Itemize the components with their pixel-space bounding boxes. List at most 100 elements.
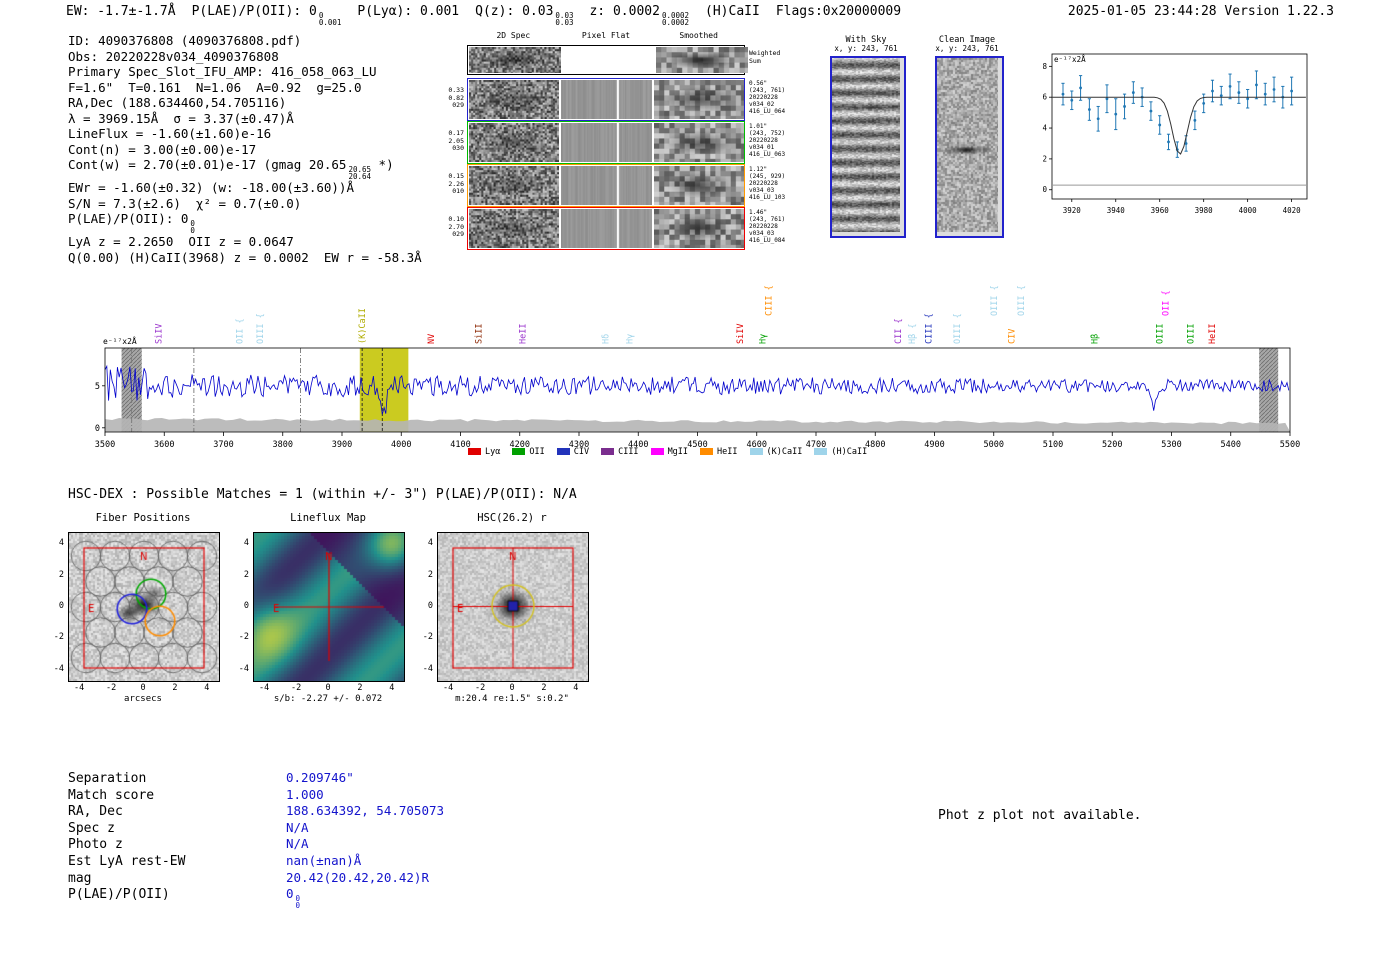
legend-item-2: CIV [556,447,590,457]
weighted-label-line: Weighted [749,49,781,57]
panel-0-xtick: -2 [105,683,117,693]
info-line-text: ID: 4090376808 (4090376808.pdf) [68,33,302,48]
legend-swatch [601,448,615,455]
left-value: 029 [452,230,464,238]
annotation-line: (243, 752) [749,130,786,137]
cutout-column-titles: 2D Spec Pixel Flat Smoothed [467,31,745,40]
annotation-line: 1.12" [749,166,768,173]
header-segment-text: Flags:0x20000009 [775,4,902,19]
match-details-table: Separation 0.209746" Match score 1.000 RA, D… [68,770,444,909]
info-line-4: RA,Dec (188.634460,54.705116) [68,95,422,111]
svg-text:4: 4 [1042,124,1047,133]
panel-0-ytick: -2 [53,632,64,643]
value-stack: 00 [295,895,301,911]
info-line-text: EWr = -1.60(±0.32) (w: -18.00(±3.60))Å [68,180,354,195]
panel-2-ytick: 4 [427,538,433,549]
svg-text:3960: 3960 [1151,206,1170,215]
panel-0-xtick: 2 [172,683,178,693]
svg-text:Hδ: Hδ [602,334,612,344]
svg-text:CII {: CII { [894,318,904,344]
svg-text:OIII: OIII [1156,324,1166,344]
cutout-row-left-values: 0.10 2.70 029 [440,215,464,239]
panel-0-ytick: 2 [58,569,64,580]
panel-2-xtick: 2 [541,683,547,693]
legend-label: (H)CaII [831,447,868,457]
legend-swatch [650,448,664,455]
spectrum-legend: Lyα OII CIV CIII MgII HeII (K)CaII (H)CaII [468,447,867,457]
info-line-text: Obs: 20220228v034_4090376808 [68,48,279,64]
info-line-suffix: *) [371,157,394,172]
cutout-row-left-values: 0.17 2.05 030 [440,129,464,153]
match-row-2: RA, Dec 188.634392, 54.705073 [68,803,444,820]
smoothed-strip-canvas [653,123,744,162]
svg-text:3600: 3600 [154,440,174,450]
sub-value: 0.001 [318,18,342,27]
svg-text:CIII {: CIII { [925,313,935,344]
header-segment-0: EW: -1.7±-1.7Å [66,4,176,26]
header-segment-6: Flags:0x20000009 [776,4,901,26]
legend-label: Lyα [485,447,501,457]
annotation-line: 20220228 [749,137,778,144]
annotation-line: 416_LU_063 [749,151,786,158]
hsc-image-canvas [437,532,589,682]
panel-2-xtick: -2 [474,683,486,693]
left-value: 010 [452,187,464,195]
panel-1-xtick: -4 [259,683,270,693]
svg-text:HeII: HeII [1208,324,1218,344]
cutout-row [467,78,745,121]
cutout-row [467,121,745,164]
annotation-line: 416_LU_064 [749,108,786,115]
annotation-line: 1.46" [749,209,768,216]
sub-value: 0.0002 [661,18,690,27]
legend-swatch [512,448,526,455]
sub-value: 0 [295,901,301,911]
match-value: N/A [286,819,309,835]
pixelflat-strip-canvas [561,209,652,248]
col-title-pixelflat: Pixel Flat [581,31,631,40]
header-segment-text: P(Lyα): 0.001 [357,4,460,19]
weighted-label-line: Sum [749,57,761,65]
svg-text:OIII {: OIII { [990,285,1000,316]
legend-item-0: Lyα [468,447,500,457]
cutout-row-annotations: 0.56" (243, 761) 20220228 v034_02 416_LU_064 [749,80,813,115]
annotation-line: 416_LU_103 [749,194,786,201]
cutout-row [467,45,748,75]
smoothed-strip-canvas [653,80,744,119]
fiber-positions-xlabel: arcsecs [124,694,162,704]
info-line-3: F=1.6" T=0.161 N=1.06 A=0.92 g=25.0 [68,80,422,96]
info-line-1: Obs: 20220228v034_4090376808 [68,49,422,65]
svg-text:Hβ {: Hβ { [908,324,918,344]
fiber-positions-canvas [68,532,220,682]
info-line-12: LyA z = 2.2650 OII z = 0.0647 [68,234,422,250]
panel-1-xtick: 2 [357,683,363,693]
svg-text:OIII {: OIII { [953,313,963,344]
svg-text:SiIV: SiIV [736,324,746,344]
match-row-3: Spec z N/A [68,820,444,837]
legend-label: CIII [618,447,639,457]
withsky-canvas [832,58,900,232]
svg-text:4800: 4800 [865,440,885,450]
lineflux-map-title: Lineflux Map [290,512,366,524]
annotation-line: v034_01 [749,144,775,151]
panel-1-ytick: 4 [243,538,249,549]
legend-label: (K)CaII [766,447,803,457]
value-stack: 0.0002 0.0002 [661,12,690,27]
svg-text:4900: 4900 [924,440,944,450]
2dspec-strip-canvas [469,80,560,119]
panel-1-xtick: 0 [325,683,331,693]
annotation-line: 20220228 [749,180,778,187]
svg-text:e⁻¹⁷x2Å: e⁻¹⁷x2Å [1054,55,1086,64]
panel-0-ytick: -4 [53,663,64,674]
withsky-coords: x, y: 243, 761 [834,44,898,53]
smoothed-strip-canvas [656,47,748,73]
info-line-11: P(LAE)/P(OII): 000 [68,211,422,234]
svg-text:HeII: HeII [519,324,529,344]
match-row-4: Photo z N/A [68,836,444,853]
match-label: Est LyA rest-EW [68,853,186,869]
legend-label: CIV [573,447,590,457]
smoothed-strip-canvas [653,209,744,248]
svg-text:e⁻¹⁷x2Å: e⁻¹⁷x2Å [103,335,137,346]
panel-0-xtick: -4 [74,683,85,693]
svg-text:4000: 4000 [1239,206,1258,215]
svg-text:3940: 3940 [1107,206,1126,215]
